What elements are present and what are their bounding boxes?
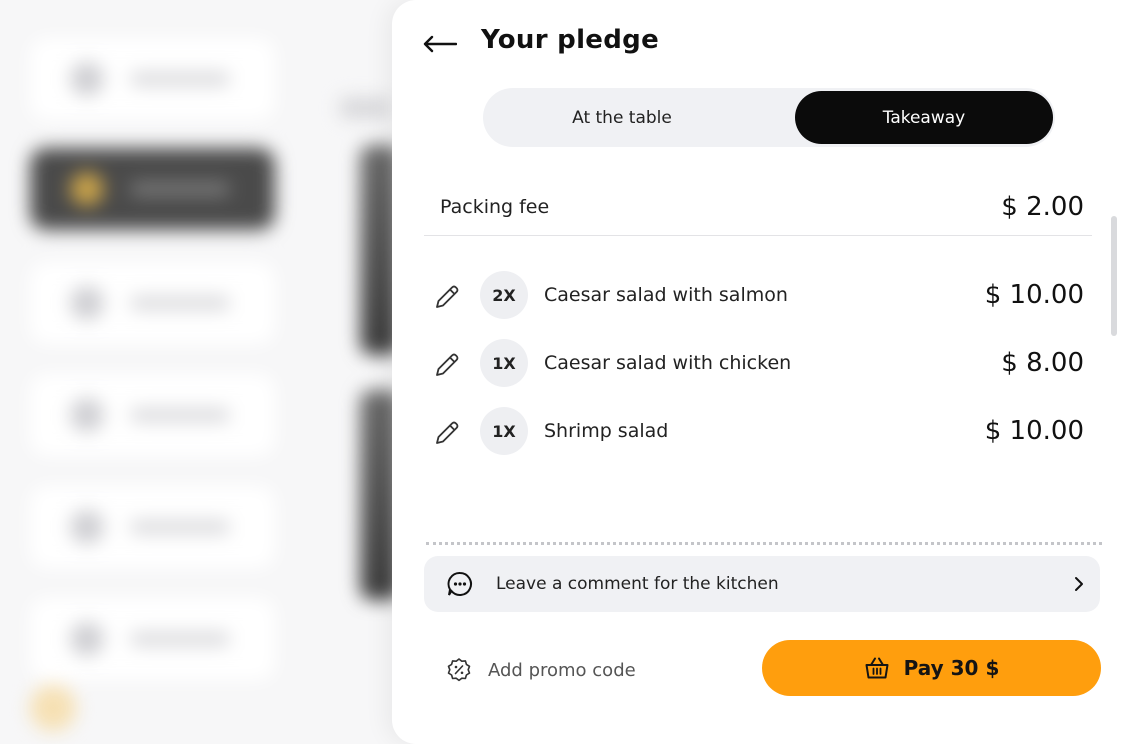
- bg-category-card: [30, 374, 275, 456]
- packing-fee-row: Packing fee $ 2.00: [424, 178, 1092, 236]
- bg-category-card: [30, 262, 275, 344]
- order-item: 1X Caesar salad with chicken $ 8.00: [424, 330, 1092, 398]
- pay-button-label: Pay 30 $: [903, 656, 1000, 680]
- order-panel: Your pledge At the table Takeaway Packin…: [392, 0, 1133, 744]
- quantity-badge: 2X: [480, 271, 528, 319]
- item-price: $ 10.00: [984, 280, 1084, 310]
- order-type-toggle: At the table Takeaway: [483, 88, 1055, 147]
- dotted-divider: [426, 542, 1102, 545]
- order-item: 2X Caesar salad with salmon $ 10.00: [424, 262, 1092, 330]
- page-title: Your pledge: [481, 25, 660, 55]
- add-promo-code-button[interactable]: Add promo code: [446, 656, 636, 684]
- bg-category-card: [30, 38, 275, 120]
- quantity-badge: 1X: [480, 407, 528, 455]
- chat-bubble-icon: [447, 571, 472, 596]
- pencil-edit-icon[interactable]: [432, 350, 462, 380]
- scrollbar-thumb[interactable]: [1111, 216, 1117, 336]
- order-items-list: 2X Caesar salad with salmon $ 10.00 1X C…: [424, 262, 1092, 466]
- item-price: $ 10.00: [984, 416, 1084, 446]
- kitchen-comment-button[interactable]: Leave a comment for the kitchen: [424, 556, 1100, 612]
- comment-label: Leave a comment for the kitchen: [496, 574, 779, 594]
- discount-badge-icon: [447, 658, 471, 682]
- promo-code-label: Add promo code: [488, 659, 636, 681]
- item-name: Shrimp salad: [544, 420, 669, 442]
- packing-fee-price: $ 2.00: [1001, 192, 1084, 222]
- bg-category-card: [30, 598, 275, 680]
- pencil-edit-icon[interactable]: [432, 282, 462, 312]
- item-name: Caesar salad with chicken: [544, 352, 792, 374]
- pencil-edit-icon[interactable]: [432, 418, 462, 448]
- bg-category-card-active: [30, 148, 275, 230]
- option-takeaway[interactable]: Takeaway: [795, 91, 1053, 144]
- bg-section-title: [340, 98, 390, 118]
- arrow-left-icon: [423, 35, 457, 53]
- back-button[interactable]: [422, 28, 458, 60]
- bg-footer-icon: [30, 685, 76, 731]
- chevron-right-icon: [1075, 577, 1083, 591]
- option-at-the-table[interactable]: At the table: [483, 91, 761, 144]
- pay-button[interactable]: Pay 30 $: [762, 640, 1101, 696]
- packing-fee-label: Packing fee: [440, 196, 550, 218]
- order-item: 1X Shrimp salad $ 10.00: [424, 398, 1092, 466]
- item-price: $ 8.00: [1001, 348, 1084, 378]
- item-name: Caesar salad with salmon: [544, 284, 788, 306]
- basket-icon: [865, 657, 889, 679]
- bg-category-card: [30, 486, 275, 568]
- quantity-badge: 1X: [480, 339, 528, 387]
